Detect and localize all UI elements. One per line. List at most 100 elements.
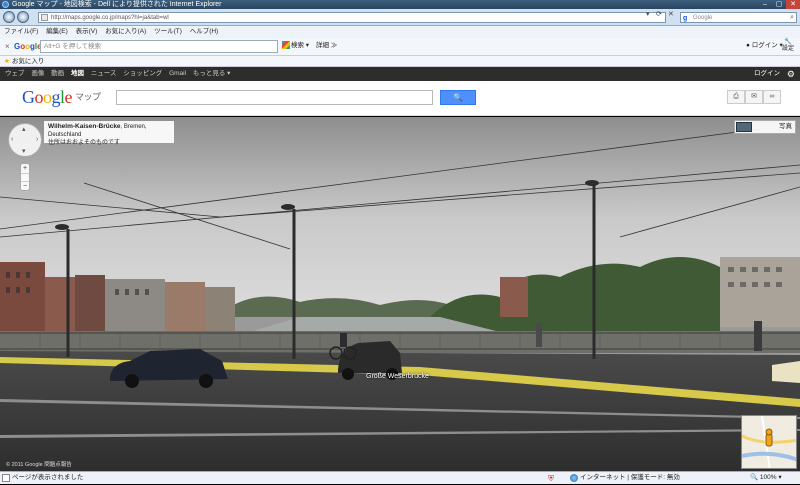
maps-search-button[interactable]: 🔍 <box>440 90 476 105</box>
toolbar-settings-button[interactable]: 🔧 設定 <box>782 39 794 53</box>
logo-letter: g <box>51 87 61 107</box>
pan-up-icon[interactable]: ▴ <box>22 125 26 133</box>
place-name: Wilhelm-Kaisen-Brücke <box>48 123 121 130</box>
window-titlebar: Google マップ - 地図検索 - Dell により提供された Intern… <box>0 0 800 9</box>
photo-thumbnail <box>736 122 752 132</box>
gbar-web[interactable]: ウェブ <box>5 70 25 77</box>
gear-icon[interactable]: ⚙ <box>787 67 795 81</box>
menu-edit[interactable]: 編集(E) <box>46 28 68 35</box>
toolbar-detail-button[interactable]: 詳細 ≫ <box>316 41 337 51</box>
photos-label: 写真 <box>779 123 792 130</box>
logo-suffix: マップ <box>75 92 101 102</box>
street-name-label[interactable]: Große Weserbrücke <box>366 373 429 380</box>
security-shield-icon[interactable]: ⛨ <box>548 473 554 485</box>
favorites-star-icon[interactable]: ★ <box>4 58 10 65</box>
address-dropdown-icon[interactable]: ▾ <box>646 11 650 19</box>
logo-letter: e <box>64 87 73 107</box>
address-bar[interactable]: http://maps.google.co.jp/maps?hl=ja&tab=… <box>38 12 666 23</box>
maps-search-input[interactable] <box>116 90 433 105</box>
browser-navbar: http://maps.google.co.jp/maps?hl=ja&tab=… <box>0 9 800 26</box>
maximize-button[interactable]: ▢ <box>772 0 786 9</box>
page-icon <box>41 14 48 21</box>
minimize-button[interactable]: – <box>758 0 772 9</box>
back-button[interactable] <box>3 11 15 23</box>
copyright-text[interactable]: © 2011 Google 問題点報告 <box>6 460 72 468</box>
gbar-videos[interactable]: 動画 <box>51 70 64 77</box>
logo-letter: G <box>22 87 35 107</box>
menu-tools[interactable]: ツール(T) <box>154 28 182 35</box>
toolbar-search-input[interactable]: Alt+G を押して検索 <box>40 40 278 53</box>
google-maps-logo[interactable]: Google マップ <box>22 87 101 108</box>
internet-zone-icon <box>570 474 578 482</box>
menu-bar: ファイル(F) 編集(E) 表示(V) お気に入り(A) ツール(T) ヘルプ(… <box>0 26 800 38</box>
link-button[interactable]: ∞ <box>763 90 781 104</box>
gbar-shopping[interactable]: ショッピング <box>123 70 162 77</box>
google-nav-bar: ウェブ 画像 動画 地図 ニュース ショッピング Gmail もっと見る ▾ ロ… <box>0 67 800 81</box>
gbar-gmail[interactable]: Gmail <box>169 70 186 77</box>
mini-map-graphic <box>742 416 796 468</box>
mini-map[interactable] <box>741 415 797 469</box>
forward-button[interactable] <box>17 11 29 23</box>
close-window-button[interactable]: ✕ <box>786 0 800 9</box>
favorites-label[interactable]: お気に入り <box>12 58 45 65</box>
gbar-news[interactable]: ニュース <box>91 70 117 77</box>
window-title: Google マップ - 地図検索 - Dell により提供された Intern… <box>12 1 222 8</box>
zoom-slider[interactable] <box>21 173 29 182</box>
menu-file[interactable]: ファイル(F) <box>4 28 38 35</box>
security-zone-text[interactable]: インターネット | 保護モード: 無効 <box>580 472 680 484</box>
search-icon: 🔍 <box>453 93 463 102</box>
zoom-in-button[interactable]: + <box>21 164 29 173</box>
page-status-icon <box>2 474 10 482</box>
ie-logo-icon <box>2 1 9 8</box>
logo-letter: o <box>43 87 52 107</box>
favorites-bar: ★ お気に入り <box>0 56 800 67</box>
browser-search-placeholder: Google <box>693 15 713 21</box>
toolbar-settings-label: 設定 <box>782 46 795 52</box>
menu-view[interactable]: 表示(V) <box>76 28 98 35</box>
stop-icon[interactable]: ✕ <box>668 11 674 19</box>
envelope-icon: ✉ <box>751 93 757 100</box>
google-toolbar: × Google Alt+G を押して検索 検索 ▾ 詳細 ≫ ● ログイン ▾… <box>0 38 800 56</box>
gbar-maps[interactable]: 地図 <box>71 70 84 77</box>
toolbar-login-label: ログイン <box>751 42 778 49</box>
logo-letter: o <box>34 87 44 107</box>
zoom-level[interactable]: 🔍 100% ▾ <box>750 472 782 484</box>
pan-left-icon[interactable]: ‹ <box>11 136 13 143</box>
toolbar-search-placeholder: Alt+G を押して検索 <box>44 43 102 50</box>
toolbar-login-button[interactable]: ● ログイン ▾ <box>746 41 783 51</box>
pan-down-icon[interactable]: ▾ <box>22 147 26 155</box>
zoom-level-value: 100% <box>759 474 777 481</box>
gbar-more[interactable]: もっと見る ▾ <box>193 70 231 77</box>
google-search-provider-icon: g <box>683 15 688 22</box>
gbar-login-link[interactable]: ログイン <box>754 67 780 81</box>
gbar-images[interactable]: 画像 <box>31 70 44 77</box>
photos-button[interactable]: 写真 <box>734 120 796 134</box>
refresh-icon[interactable]: ⟳ <box>656 11 662 19</box>
menu-help[interactable]: ヘルプ(H) <box>190 28 219 35</box>
printer-icon: ⎙ <box>733 93 739 100</box>
search-icon[interactable]: ⌕ <box>790 13 794 23</box>
panorama-image <box>0 117 800 471</box>
zoom-out-button[interactable]: − <box>21 182 29 191</box>
address-url: http://maps.google.co.jp/maps?hl=ja&tab=… <box>51 15 169 21</box>
toolbar-search-button[interactable]: 検索 ▾ <box>282 41 309 51</box>
browser-search-box[interactable]: g Google ⌕ <box>680 12 797 23</box>
status-bar: ページが表示されました ⛨ インターネット | 保護モード: 無効 🔍 100%… <box>0 471 800 484</box>
pan-control[interactable]: ▴ ‹ › ▾ <box>8 123 42 157</box>
zoom-control: + − <box>20 163 30 191</box>
wrench-icon: 🔧 <box>784 39 792 45</box>
location-info-box: Wilhelm-Kaisen-Brücke, Bremen, Deutschla… <box>44 121 174 146</box>
address-note: 住所はおおよそのものです <box>48 140 121 146</box>
toolbar-google-logo: Google <box>14 42 42 51</box>
toolbar-search-label: 検索 <box>291 42 304 49</box>
email-button[interactable]: ✉ <box>745 90 763 104</box>
google-g-icon <box>282 41 290 50</box>
toolbar-close-icon[interactable]: × <box>5 42 10 51</box>
pan-right-icon[interactable]: › <box>36 136 38 143</box>
menu-favorites[interactable]: お気に入り(A) <box>105 28 146 35</box>
status-text: ページが表示されました <box>12 474 84 481</box>
maps-header: Google マップ 🔍 ⎙ ✉ ∞ <box>0 81 800 116</box>
link-icon: ∞ <box>769 93 775 100</box>
street-view-panorama[interactable]: ▴ ‹ › ▾ + − Wilhelm-Kaisen-Brücke, Breme… <box>0 117 800 471</box>
print-button[interactable]: ⎙ <box>727 90 745 104</box>
